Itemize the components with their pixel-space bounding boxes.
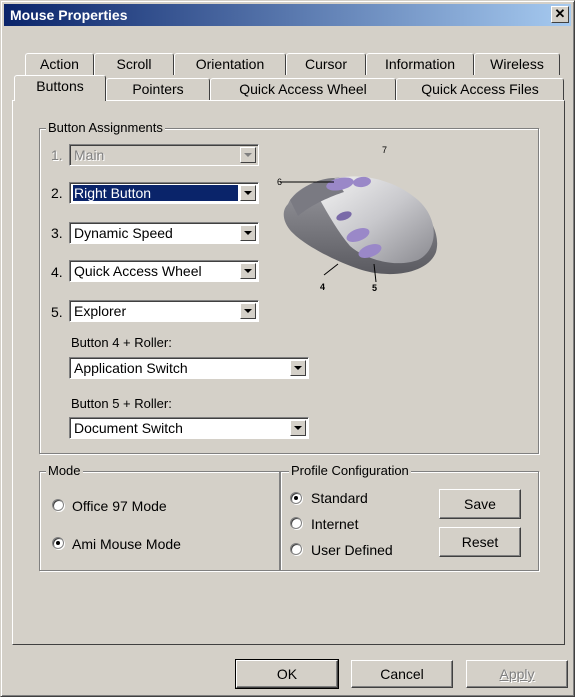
cancel-button-label: Cancel: [380, 666, 424, 682]
button-4-roller-label: Button 4 + Roller:: [71, 335, 172, 350]
ok-button[interactable]: OK: [235, 659, 339, 689]
tab-scroll[interactable]: Scroll: [94, 53, 174, 75]
tab-label: Orientation: [195, 56, 265, 72]
diagram-label-4: 4: [320, 282, 325, 292]
title-bar[interactable]: Mouse Properties ✕: [4, 4, 571, 26]
apply-button-label: Apply: [499, 666, 535, 682]
tab-label: Action: [40, 56, 79, 72]
tab-label: Wireless: [490, 56, 544, 72]
button-1-select: Main: [69, 144, 259, 166]
chevron-down-icon[interactable]: [290, 360, 306, 376]
office97-mode-radio[interactable]: [52, 499, 64, 511]
button-5-roller-value: Document Switch: [74, 420, 183, 436]
button-4-roller-value: Application Switch: [74, 360, 188, 376]
button-3-select[interactable]: Dynamic Speed: [69, 222, 259, 244]
tab-label: Pointers: [132, 81, 184, 97]
button-5-roller-label: Button 5 + Roller:: [71, 396, 172, 411]
tab-label: Information: [384, 56, 456, 72]
button-5-number: 5.: [51, 304, 63, 320]
button-4-roller-select[interactable]: Application Switch: [69, 357, 309, 379]
button-3-number: 3.: [51, 225, 63, 241]
chevron-down-icon[interactable]: [240, 225, 256, 241]
close-icon: ✕: [554, 6, 566, 21]
cancel-button[interactable]: Cancel: [351, 660, 453, 688]
button-4-number: 4.: [51, 264, 63, 280]
tab-buttons[interactable]: Buttons: [14, 75, 106, 101]
standard-profile-radio[interactable]: [290, 492, 302, 504]
tab-quick-access-wheel[interactable]: Quick Access Wheel: [210, 78, 396, 100]
diagram-label-5: 5: [372, 283, 377, 293]
ami-mouse-mode-label[interactable]: Ami Mouse Mode: [72, 536, 181, 552]
button-2-number: 2.: [51, 185, 63, 201]
button-assignments-title: Button Assignments: [46, 120, 165, 135]
apply-button: Apply: [466, 660, 568, 688]
tab-action[interactable]: Action: [25, 53, 94, 75]
mouse-properties-window: Mouse Properties ✕ Action Scroll Orienta…: [0, 0, 575, 697]
button-4-value: Quick Access Wheel: [74, 263, 202, 279]
ok-button-label: OK: [276, 666, 298, 682]
diagram-label-6: 6: [277, 177, 282, 187]
tab-label: Quick Access Files: [421, 81, 539, 97]
chevron-down-icon[interactable]: [240, 303, 256, 319]
ami-mouse-mode-radio[interactable]: [52, 537, 64, 549]
tab-label: Buttons: [36, 78, 84, 94]
tab-orientation[interactable]: Orientation: [174, 53, 286, 75]
tab-label: Cursor: [304, 56, 347, 72]
diagram-label-7: 7: [382, 145, 387, 155]
button-1-number: 1.: [51, 147, 63, 163]
chevron-down-icon: [240, 147, 256, 163]
button-2-value: Right Button: [72, 184, 239, 202]
close-button[interactable]: ✕: [551, 6, 569, 23]
button-2-select[interactable]: Right Button: [69, 182, 259, 204]
tab-label: Scroll: [116, 56, 152, 72]
chevron-down-icon[interactable]: [240, 185, 256, 201]
save-button-label: Save: [464, 496, 496, 512]
button-1-value: Main: [74, 147, 105, 163]
tab-cursor[interactable]: Cursor: [286, 53, 366, 75]
button-5-roller-select[interactable]: Document Switch: [69, 417, 309, 439]
standard-profile-label[interactable]: Standard: [311, 490, 368, 506]
reset-button[interactable]: Reset: [439, 527, 521, 557]
window-title: Mouse Properties: [10, 7, 128, 23]
user-defined-profile-label[interactable]: User Defined: [311, 542, 393, 558]
button-5-select[interactable]: Explorer: [69, 300, 259, 322]
button-4-select[interactable]: Quick Access Wheel: [69, 260, 259, 282]
profile-configuration-title: Profile Configuration: [289, 463, 411, 478]
tab-pointers[interactable]: Pointers: [106, 78, 210, 100]
mouse-illustration: 7 6 4 5: [277, 145, 438, 293]
chevron-down-icon[interactable]: [290, 420, 306, 436]
internet-profile-radio[interactable]: [290, 517, 302, 529]
tab-wireless[interactable]: Wireless: [474, 53, 560, 75]
tab-label: Quick Access Wheel: [239, 81, 367, 97]
button-5-value: Explorer: [74, 303, 127, 319]
office97-mode-label[interactable]: Office 97 Mode: [72, 498, 167, 514]
internet-profile-label[interactable]: Internet: [311, 516, 358, 532]
save-button[interactable]: Save: [439, 489, 521, 519]
mode-group: Mode: [39, 463, 280, 571]
button-3-value: Dynamic Speed: [74, 225, 173, 241]
tab-quick-access-files[interactable]: Quick Access Files: [396, 78, 564, 100]
mode-title: Mode: [46, 463, 83, 478]
user-defined-profile-radio[interactable]: [290, 543, 302, 555]
chevron-down-icon[interactable]: [240, 263, 256, 279]
reset-button-label: Reset: [461, 534, 499, 550]
tab-information[interactable]: Information: [366, 53, 474, 75]
